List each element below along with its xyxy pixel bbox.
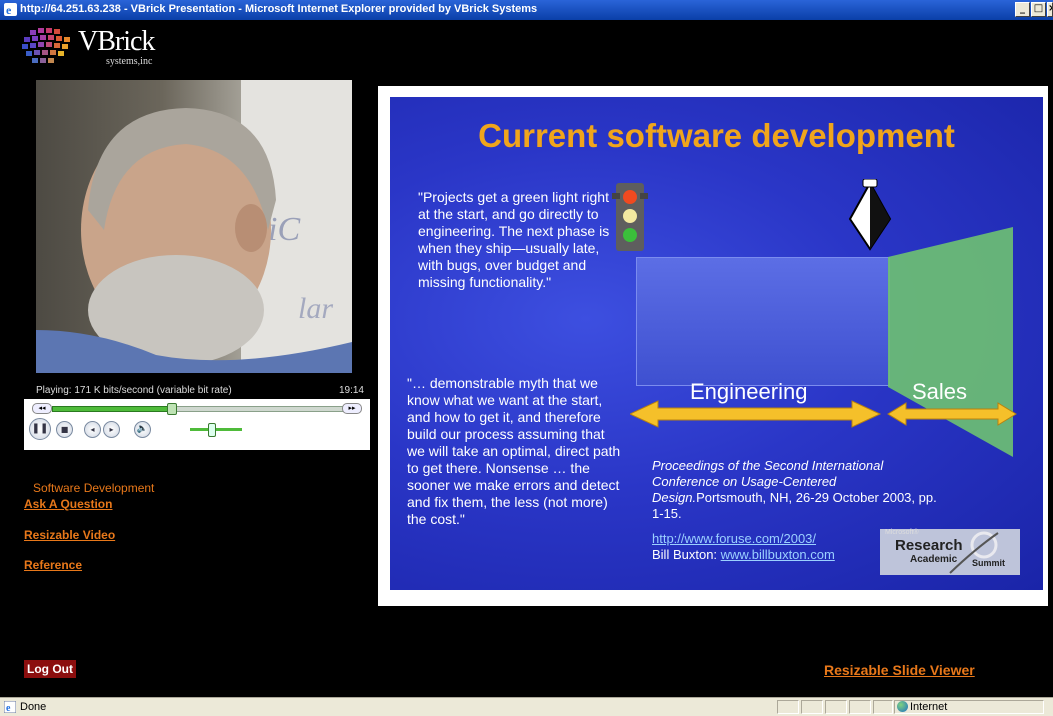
next-icon[interactable]: ▸ (103, 421, 120, 438)
stop-icon[interactable]: ■ (56, 421, 73, 438)
reference-link[interactable]: Reference (24, 558, 82, 572)
page-done-icon: e (4, 701, 16, 713)
billbuxton-link[interactable]: www.billbuxton.com (721, 547, 835, 562)
player-time: 19:14 (338, 385, 364, 396)
maximize-button[interactable]: □ (1031, 2, 1046, 17)
status-panel (801, 700, 823, 714)
close-button[interactable]: × (1047, 2, 1053, 17)
window-title: http://64.251.63.238 - VBrick Presentati… (20, 3, 538, 15)
minimize-button[interactable]: _ (1015, 2, 1030, 17)
seek-thumb[interactable] (167, 403, 177, 415)
traffic-light-icon (612, 183, 648, 251)
slide: Current software development "Projects g… (390, 97, 1043, 590)
video-frame[interactable]: iC lar (36, 80, 352, 373)
ask-a-question-link[interactable]: Ask A Question (24, 497, 112, 511)
volume-thumb[interactable] (208, 423, 216, 437)
brand-subtitle: systems,inc (106, 56, 153, 67)
seek-bar[interactable]: ◂◂ ▸▸ (32, 403, 362, 415)
svg-text:e: e (6, 3, 12, 17)
engineering-box (636, 257, 890, 386)
window-titlebar: e http://64.251.63.238 - VBrick Presenta… (0, 0, 1053, 20)
slide-title: Current software development (478, 117, 955, 154)
seek-progress (52, 406, 173, 412)
foruse-link[interactable]: http://www.foruse.com/2003/ (652, 531, 816, 546)
status-panel (873, 700, 893, 714)
forward-seek-icon[interactable]: ▸▸ (342, 403, 362, 414)
svg-text:iC: iC (268, 211, 300, 248)
microsoft-research-logo: Microsoft® Research Academic Summit (880, 529, 1020, 575)
status-text: Done (20, 701, 47, 713)
speaker-icon[interactable]: 🔈 (134, 421, 151, 438)
brand-name: VBrick (78, 26, 155, 57)
player-status-text: Playing: 171 K bits/second (variable bit… (36, 385, 232, 396)
buxton-credit: Bill Buxton: www.billbuxton.com (652, 547, 835, 562)
previous-icon[interactable]: ◂ (84, 421, 101, 438)
section-title: Software Development (33, 481, 155, 495)
vbrick-logo: VBrick systems,inc (20, 24, 180, 72)
msr-research-text: Research (895, 537, 963, 554)
status-panel (825, 700, 847, 714)
status-panel (777, 700, 799, 714)
status-panel (849, 700, 871, 714)
internet-zone-icon (897, 701, 908, 712)
presenter-image: iC lar (36, 80, 352, 373)
log-out-button[interactable]: Log Out (24, 660, 76, 678)
msr-summit-text: Summit (972, 558, 1006, 568)
browser-status-bar: e Done Internet (0, 697, 1053, 716)
msr-microsoft-text: Microsoft® (885, 529, 919, 536)
volume-slider[interactable] (190, 423, 242, 437)
proceedings-citation: Proceedings of the Second International … (652, 458, 942, 522)
media-player: Playing: 171 K bits/second (variable bit… (24, 382, 370, 450)
vbrick-grid-icon (22, 28, 70, 63)
buxton-prefix: Bill Buxton: (652, 547, 721, 562)
slide-quote-1: "Projects get a green light right at the… (418, 189, 610, 290)
zone-text: Internet (910, 701, 948, 713)
rewind-seek-icon[interactable]: ◂◂ (32, 403, 52, 414)
svg-text:e: e (6, 703, 11, 713)
player-status-bar: Playing: 171 K bits/second (variable bit… (24, 382, 370, 399)
resizable-slide-viewer-link[interactable]: Resizable Slide Viewer (824, 662, 975, 678)
svg-text:lar: lar (298, 292, 333, 325)
resizable-video-link[interactable]: Resizable Video (24, 528, 115, 542)
msr-academic-text: Academic (910, 554, 958, 565)
internet-explorer-icon: e (4, 3, 17, 17)
pause-icon[interactable]: ❚❚ (29, 418, 51, 440)
sales-label: Sales (912, 379, 968, 404)
engineering-label: Engineering (690, 379, 808, 404)
slide-quote-2: "… demonstrable myth that we know what w… (407, 375, 621, 527)
